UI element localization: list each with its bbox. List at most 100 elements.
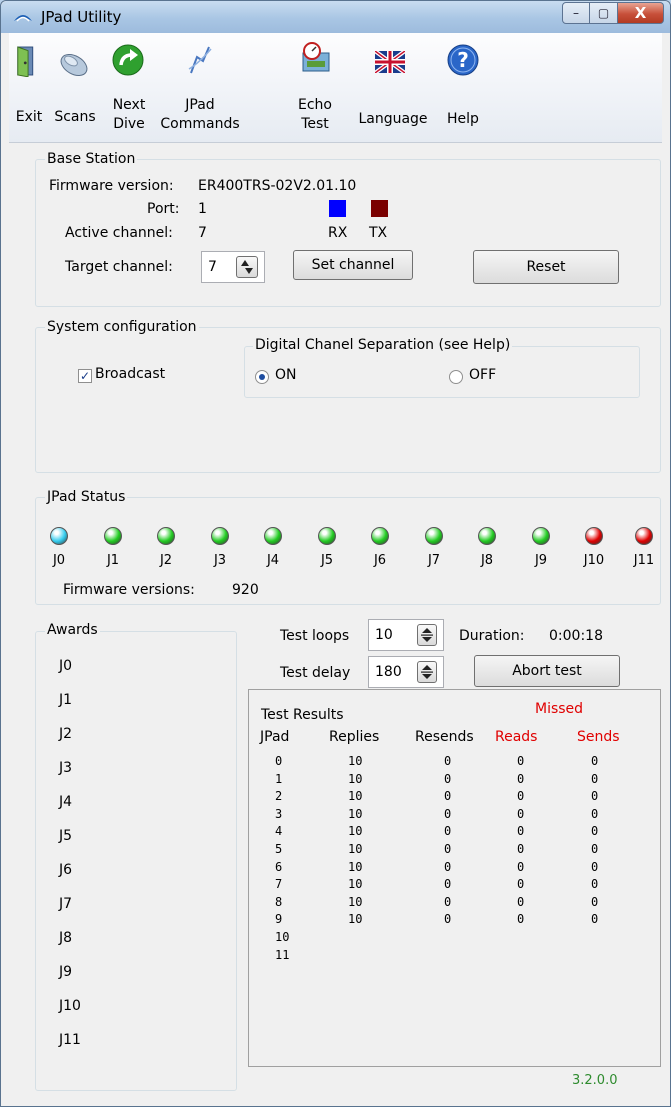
minimize-button[interactable]: – — [562, 2, 590, 24]
abort-test-button[interactable]: Abort test — [474, 655, 620, 687]
jpad-label-j0: J0 — [52, 553, 66, 568]
results-cell: 0 — [517, 824, 525, 839]
scans-label: Scans — [54, 109, 96, 125]
maximize-icon: ▢ — [597, 6, 610, 20]
jpad-led-j2 — [157, 527, 175, 545]
target-channel-value: 7 — [208, 259, 217, 275]
award-item: J2 — [59, 726, 73, 742]
broadcast-label: Broadcast — [95, 366, 166, 382]
version-label: 3.2.0.0 — [572, 1073, 618, 1088]
door-icon — [17, 46, 34, 77]
firmware-versions-value: 920 — [232, 582, 259, 598]
results-cell: 0 — [591, 912, 599, 927]
results-cell: 0 — [517, 789, 525, 804]
help-button[interactable]: ? Help — [439, 41, 487, 133]
target-channel-spinner[interactable] — [236, 256, 258, 278]
app-window: JPad Utility – ▢ X Exit Scans Next Dive … — [0, 0, 671, 1107]
results-cell: 10 — [275, 930, 290, 944]
award-item: J3 — [59, 760, 73, 776]
test-delay-value: 180 — [375, 664, 402, 680]
broadcast-checkbox[interactable]: ✓ — [78, 369, 92, 383]
results-header-resends: Resends — [415, 729, 474, 745]
language-button[interactable]: Language — [351, 41, 435, 133]
scans-button[interactable]: Scans — [49, 41, 101, 133]
window-title: JPad Utility — [41, 8, 122, 26]
spinner-updown-icon — [421, 665, 433, 679]
results-header-jpad: JPad — [260, 729, 290, 745]
awards-title: Awards — [45, 622, 100, 638]
echo-test-button[interactable]: Echo Test — [291, 41, 339, 133]
test-delay-spinner[interactable] — [417, 661, 437, 683]
title-bar[interactable]: JPad Utility – ▢ X — [1, 1, 670, 33]
results-cell: 0 — [591, 824, 599, 839]
off-radio[interactable] — [449, 370, 463, 384]
jpad-label-j8: J8 — [480, 553, 494, 568]
echo-test-icon — [302, 42, 330, 72]
target-channel-label: Target channel: — [65, 259, 173, 275]
help-icon: ? — [447, 44, 479, 76]
jpad-label-j7: J7 — [427, 553, 441, 568]
award-item: J9 — [59, 964, 73, 980]
reset-button[interactable]: Reset — [473, 250, 619, 284]
close-button[interactable]: X — [618, 2, 664, 24]
separation-title: Digital Chanel Separation (see Help) — [253, 337, 513, 353]
results-header-reads: Reads — [495, 729, 538, 745]
results-cell: 0 — [591, 842, 599, 856]
results-cell: 1 — [275, 771, 283, 786]
results-cell: 10 — [348, 912, 363, 927]
results-cell: 7 — [275, 877, 283, 892]
results-cell: 10 — [348, 877, 363, 892]
exit-button[interactable]: Exit — [11, 41, 47, 133]
test-delay-label: Test delay — [280, 665, 351, 681]
award-item: J10 — [59, 998, 81, 1014]
results-cell: 0 — [517, 771, 525, 786]
results-cell: 10 — [348, 894, 363, 909]
award-item: J5 — [59, 828, 73, 844]
results-cell: 0 — [444, 877, 452, 892]
award-item: J0 — [59, 658, 73, 674]
jpad-led-j1 — [104, 527, 122, 545]
rx-label: RX — [328, 225, 348, 241]
next-dive-label-1: Next — [112, 97, 146, 113]
next-dive-button[interactable]: Next Dive — [103, 41, 155, 133]
window-controls: – ▢ X — [562, 2, 664, 24]
active-channel-value: 7 — [198, 225, 207, 241]
test-loops-spinner[interactable] — [417, 624, 437, 646]
results-cell: 0 — [517, 842, 525, 856]
award-item: J1 — [59, 692, 73, 708]
jpad-label-j4: J4 — [266, 553, 280, 568]
spinner-updown-icon — [421, 628, 433, 642]
test-loops-input[interactable]: 10 — [368, 619, 444, 651]
spinner-arrows-icon — [241, 260, 253, 274]
echo-test-label-2: Test — [301, 116, 329, 132]
off-label: OFF — [469, 367, 497, 383]
jpad-led-j10 — [585, 527, 603, 545]
jpad-label-j9: J9 — [534, 553, 548, 568]
language-label: Language — [358, 111, 428, 127]
results-cell: 0 — [591, 894, 599, 909]
on-radio[interactable] — [255, 370, 269, 384]
test-delay-input[interactable]: 180 — [368, 656, 444, 688]
abort-test-label: Abort test — [512, 663, 582, 679]
active-channel-label: Active channel: — [65, 225, 173, 241]
results-cell: 0 — [517, 859, 525, 874]
set-channel-button[interactable]: Set channel — [293, 250, 413, 280]
target-channel-input[interactable]: 7 — [201, 251, 265, 283]
results-cell: 0 — [444, 824, 452, 839]
uk-flag-icon — [375, 51, 405, 73]
results-cell: 0 — [444, 842, 452, 856]
test-results-title: Test Results — [261, 707, 344, 723]
tx-label: TX — [369, 225, 388, 241]
close-icon: X — [634, 4, 647, 22]
results-cell: 6 — [275, 859, 283, 874]
results-cell: 0 — [444, 754, 452, 768]
results-cell: 5 — [275, 842, 283, 856]
toolbar: Exit Scans Next Dive JPad Commands Echo … — [9, 33, 662, 143]
maximize-button[interactable]: ▢ — [590, 2, 618, 24]
minimize-icon: – — [573, 6, 579, 20]
results-cell: 0 — [444, 859, 452, 874]
help-label: Help — [447, 111, 479, 127]
results-cell: 10 — [348, 789, 363, 804]
jpad-commands-button[interactable]: JPad Commands — [157, 41, 243, 133]
results-cell: 0 — [591, 806, 599, 821]
